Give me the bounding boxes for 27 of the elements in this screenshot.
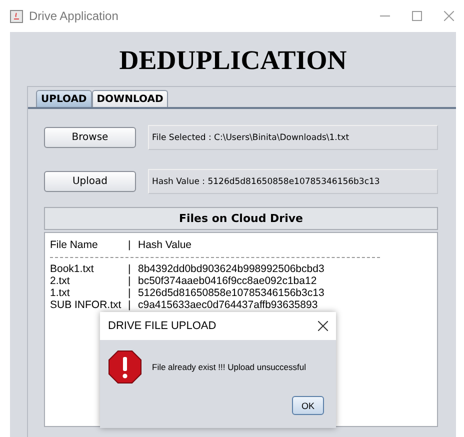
dialog-message: File already exist !!! Upload unsuccessful — [152, 362, 306, 372]
ok-button[interactable]: OK — [292, 396, 324, 415]
file-name: Book1.txt — [50, 263, 95, 275]
status-field: File Selected : C:\Users\Binita\Downloads\1.txt — [148, 125, 438, 150]
file-name: 1.txt — [50, 287, 71, 299]
file-name: SUB INFOR.txt — [50, 299, 122, 311]
dialog-title: DRIVE FILE UPLOAD — [108, 320, 216, 332]
status-field: Hash Value : 5126d5d81650858e10785346156b3c13 — [148, 169, 438, 194]
tab[interactable]: UPLOAD — [36, 90, 92, 107]
file-name: 2.txt — [50, 275, 71, 287]
app-heading: DEDUPLICATION — [119, 44, 347, 77]
tab[interactable]: DOWNLOAD — [92, 90, 168, 107]
panel-header: Files on Cloud Drive — [44, 207, 438, 230]
window-title: Drive Application — [29, 9, 118, 23]
hash-value: 8b4392dd0bd903624b998992506bcbd3 — [138, 263, 324, 275]
action-button[interactable]: Browse — [44, 127, 136, 148]
column-separator: | — [128, 263, 132, 275]
action-button[interactable]: Upload — [44, 171, 136, 192]
column-separator: | — [128, 275, 132, 287]
hash-value: c9a415633aec0d764437affb93635893 — [138, 299, 318, 311]
column-header: File Name — [50, 239, 99, 251]
hash-value: bc50f374aaeb0416f9cc8ae092c1ba12 — [138, 275, 317, 287]
column-separator: | — [128, 239, 132, 251]
column-separator: | — [128, 287, 132, 299]
hash-value: 5126d5d81650858e10785346156b3c13 — [138, 287, 324, 299]
column-header: Hash Value — [138, 239, 192, 251]
column-separator: | — [128, 299, 132, 311]
